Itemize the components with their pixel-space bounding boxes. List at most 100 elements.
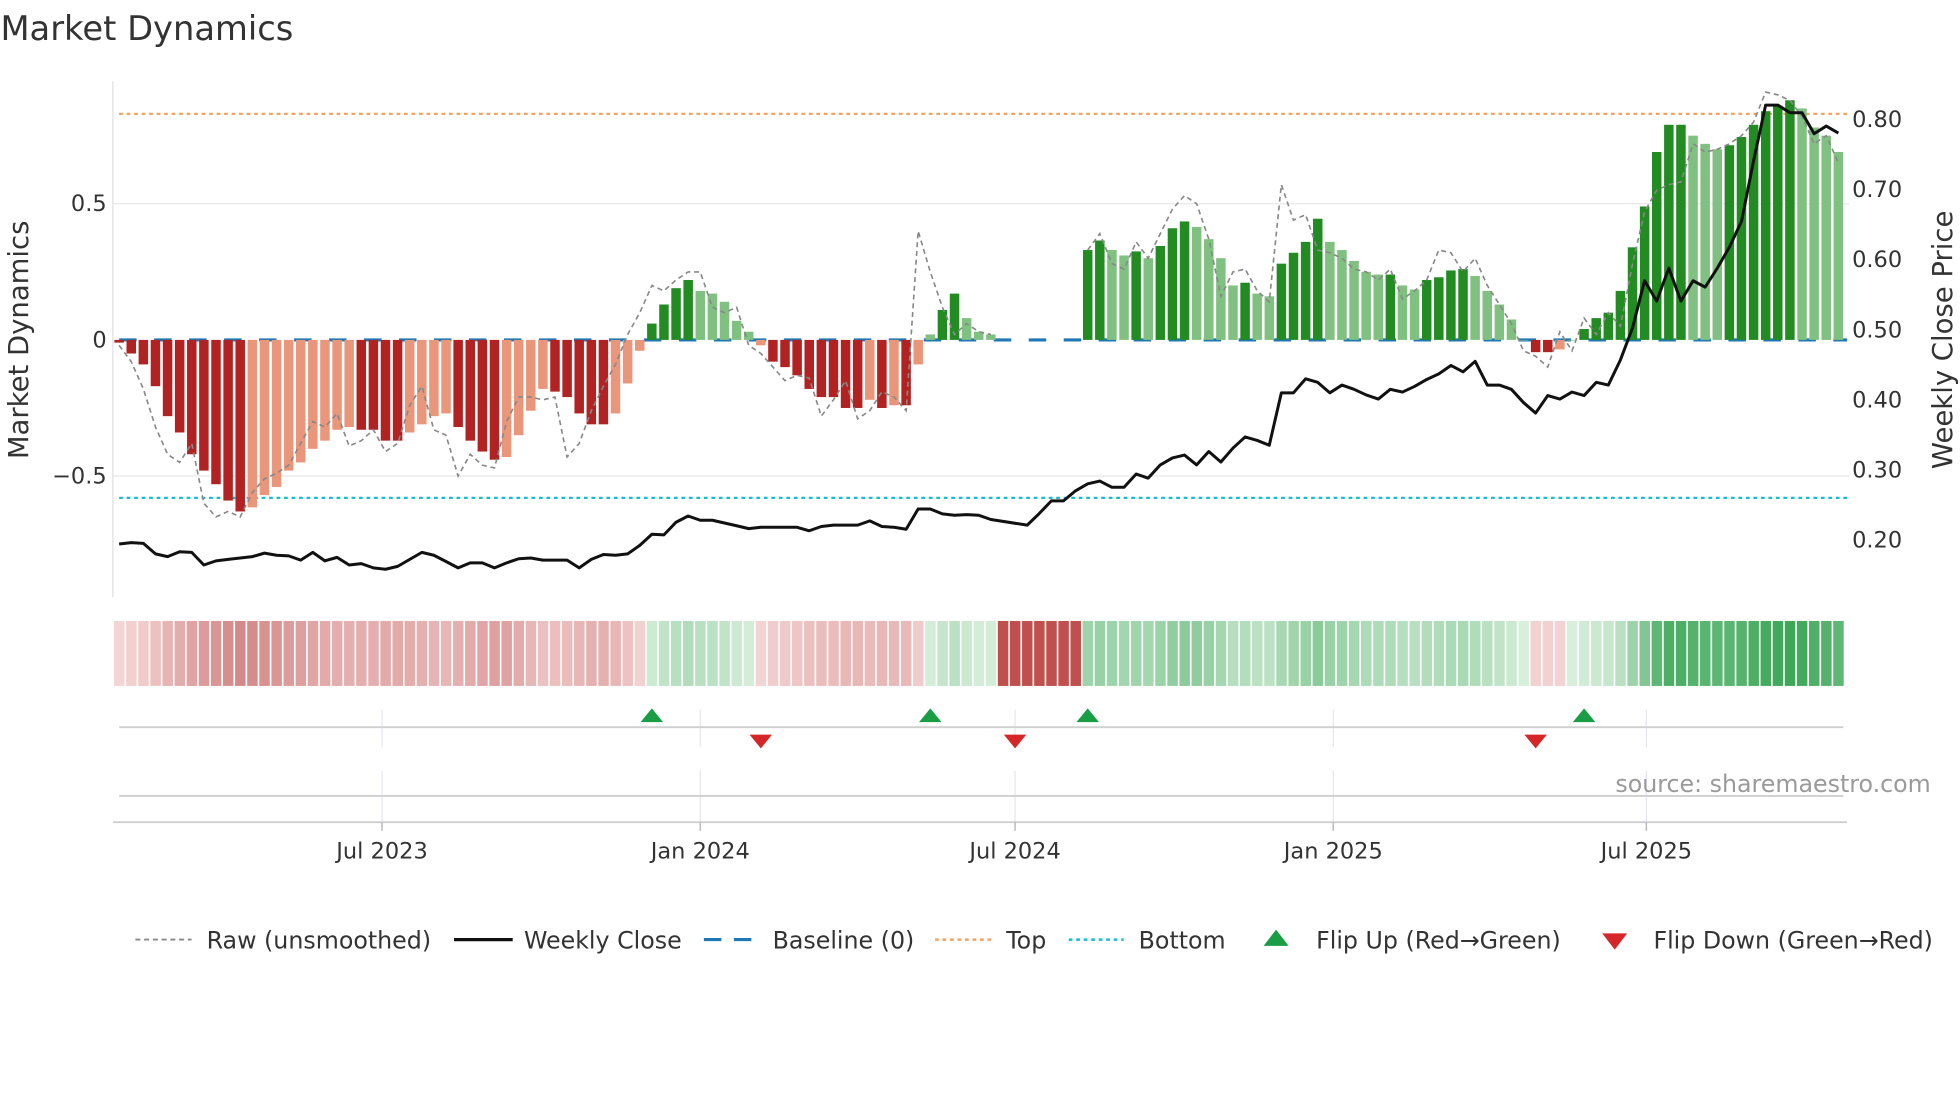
flip-up-marker	[919, 708, 942, 723]
momentum-bar	[1337, 250, 1347, 340]
regime-cell	[1022, 620, 1033, 686]
momentum-bar	[1228, 285, 1238, 340]
regime-cell	[828, 620, 839, 686]
regime-cell	[816, 620, 827, 686]
momentum-bar	[1288, 252, 1299, 340]
momentum-bar	[562, 339, 572, 398]
momentum-bar	[308, 339, 318, 449]
regime-cell	[937, 620, 948, 686]
legend-item-flip-up[interactable]: Flip Up (Red→Green)	[1263, 926, 1561, 954]
regime-cell	[719, 620, 730, 686]
momentum-bar	[986, 334, 996, 340]
regime-cell	[973, 620, 985, 686]
legend-item-raw[interactable]: Raw (unsmoothed)	[135, 926, 431, 954]
regime-cell	[997, 620, 1009, 686]
regime-cell	[1131, 620, 1142, 686]
momentum-bar	[1240, 282, 1250, 340]
momentum-bar	[513, 339, 524, 436]
regime-cell	[1554, 620, 1566, 686]
momentum-bar	[1167, 228, 1178, 340]
momentum-bar	[199, 339, 209, 471]
source-credit: source: sharemaestro.com	[1615, 770, 1930, 798]
momentum-bar	[1216, 258, 1226, 340]
regime-cell	[1808, 620, 1820, 686]
momentum-bar	[477, 339, 488, 452]
momentum-bar	[1434, 277, 1444, 340]
momentum-bar	[598, 339, 609, 425]
momentum-bar	[1325, 241, 1335, 340]
momentum-bar	[1409, 289, 1420, 340]
regime-cell	[1494, 620, 1505, 686]
regime-cell	[1191, 620, 1203, 686]
momentum-bar	[804, 339, 814, 389]
momentum-bar	[683, 279, 693, 340]
momentum-bar	[828, 339, 839, 398]
legend-baseline-label: Baseline (0)	[773, 926, 915, 954]
regime-cell	[1433, 620, 1445, 686]
regime-cell	[561, 620, 573, 686]
regime-cell	[683, 620, 694, 686]
regime-cell	[283, 620, 295, 686]
regime-cell	[368, 620, 379, 686]
momentum-bar	[877, 339, 887, 408]
regime-cell	[1348, 620, 1360, 686]
regime-cell	[1445, 620, 1457, 686]
regime-cell	[174, 620, 186, 686]
momentum-bar	[780, 339, 790, 368]
momentum-bar	[404, 339, 415, 433]
raw-series	[118, 91, 1840, 518]
momentum-bar	[526, 339, 536, 411]
legend-item-weekly-close[interactable]: Weekly Close	[453, 926, 682, 954]
regime-cell	[1482, 620, 1493, 686]
momentum-bar	[465, 339, 475, 441]
regime-cell	[344, 620, 355, 686]
momentum-bar	[1579, 329, 1589, 340]
regime-cell	[295, 620, 307, 686]
regime-cell	[634, 620, 646, 686]
regime-cell	[404, 620, 416, 686]
legend-item-bottom[interactable]: Bottom	[1068, 926, 1226, 954]
legend-item-baseline[interactable]: Baseline (0)	[703, 926, 915, 954]
flip-up-marker	[640, 708, 664, 723]
right-tick-label: 0.40	[1852, 387, 1902, 413]
right-tick-label: 0.80	[1852, 107, 1902, 133]
regime-cell	[162, 620, 173, 686]
regime-cell	[1312, 620, 1324, 686]
momentum-bar	[1639, 206, 1650, 340]
regime-cell	[1578, 620, 1590, 686]
regime-cell	[513, 620, 525, 686]
momentum-bar	[1736, 137, 1747, 340]
regime-cell	[852, 620, 864, 686]
momentum-bar	[1349, 260, 1359, 340]
momentum-bar	[538, 339, 548, 389]
momentum-bar	[392, 339, 403, 441]
x-tick-label: Jan 2025	[1282, 838, 1383, 864]
regime-cell	[767, 620, 779, 686]
regime-cell	[1288, 620, 1299, 686]
right-tick-label: 0.50	[1852, 317, 1902, 343]
momentum-bar	[271, 339, 282, 487]
regime-cell	[222, 620, 234, 686]
momentum-bar	[1446, 270, 1456, 340]
flip-down-marker	[1003, 734, 1027, 749]
momentum-bar	[417, 339, 427, 425]
regime-cell	[271, 620, 282, 686]
regime-cell	[150, 620, 161, 686]
regime-cell	[961, 620, 973, 686]
legend-item-top[interactable]: Top	[935, 926, 1046, 954]
momentum-bar	[852, 339, 863, 408]
regime-cell	[792, 620, 803, 686]
momentum-bar	[1603, 312, 1614, 340]
regime-cell	[1457, 620, 1469, 686]
momentum-bar	[1543, 339, 1553, 353]
regime-cell	[985, 620, 997, 686]
momentum-bar	[187, 339, 197, 455]
momentum-bar	[622, 339, 633, 384]
regime-cell	[707, 620, 718, 686]
momentum-bar	[150, 339, 161, 387]
regime-cell	[1530, 620, 1542, 686]
regime-cell	[1409, 620, 1420, 686]
regime-cell	[574, 620, 585, 686]
legend-item-flip-down[interactable]: Flip Down (Green→Red)	[1602, 926, 1933, 954]
momentum-bar	[1821, 135, 1831, 340]
